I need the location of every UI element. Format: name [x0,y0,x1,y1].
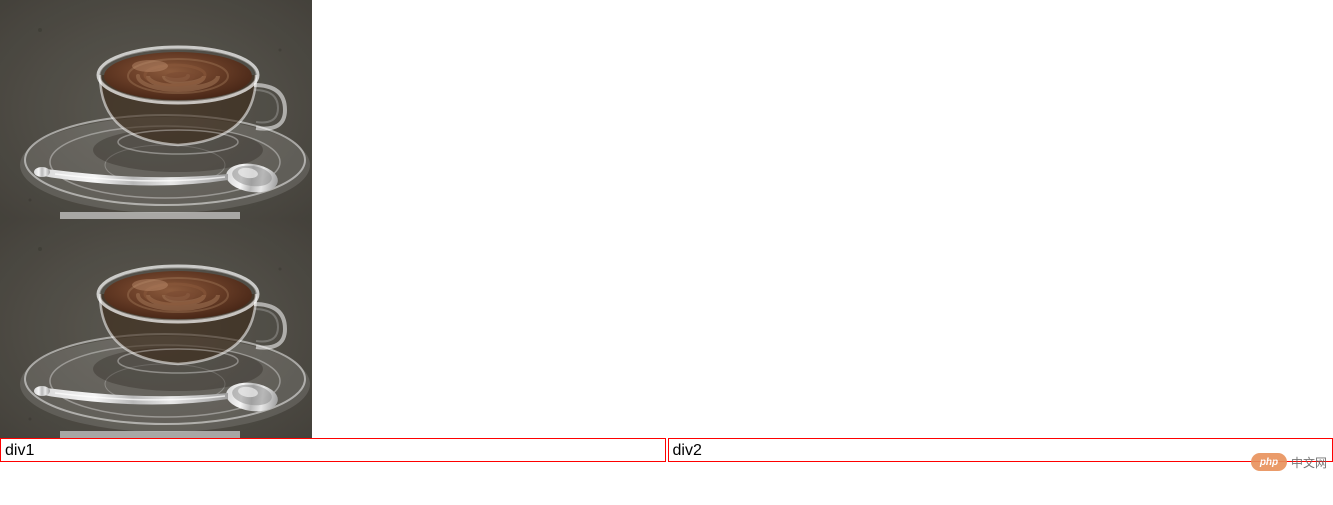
coffee-image-1 [0,0,312,219]
php-watermark: php 中文网 [1251,453,1327,471]
div1-box: div1 [0,438,666,462]
coffee-image-2 [0,219,312,438]
div-boxes-row: div1 div2 [0,438,1333,462]
div1-label: div1 [5,442,34,459]
coffee-cup-illustration [0,219,312,438]
watermark-text: 中文网 [1291,454,1327,471]
php-logo-icon: php [1251,453,1287,471]
div2-box: div2 [668,438,1333,462]
div2-label: div2 [673,442,702,459]
coffee-cup-illustration [0,0,312,219]
